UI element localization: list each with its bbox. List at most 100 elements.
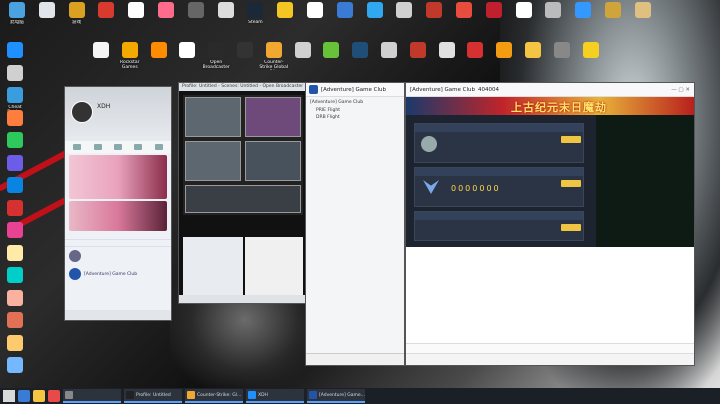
sources-panel[interactable]	[245, 237, 303, 297]
browser-icon[interactable]	[18, 390, 30, 402]
app-icon	[65, 391, 73, 399]
desktop-icon-label	[360, 20, 390, 30]
taskbar-app[interactable]: Counter-Strike: Gl...	[185, 389, 243, 403]
desktop-icon[interactable]	[144, 42, 174, 70]
chat-input[interactable]	[406, 343, 694, 353]
desktop-icon[interactable]	[374, 42, 404, 70]
start-button[interactable]	[3, 390, 15, 402]
desktop-icon[interactable]: Rockstar Games	[115, 42, 145, 70]
desktop-icon[interactable]	[598, 2, 628, 30]
desktop-icon[interactable]	[121, 2, 151, 30]
desktop-icon[interactable]	[489, 42, 519, 70]
desktop-icon[interactable]	[151, 2, 181, 30]
desktop-icon[interactable]: Open Broadcaster	[201, 42, 231, 70]
desktop-icon[interactable]: 游戏	[62, 2, 92, 30]
desktop-icon[interactable]	[432, 42, 462, 70]
desktop-icon-label	[449, 20, 479, 30]
app-icon	[128, 2, 145, 18]
app-icon	[294, 42, 311, 58]
app-icon	[553, 42, 570, 58]
desktop-icon[interactable]	[172, 42, 202, 70]
club-toolbar[interactable]	[306, 353, 404, 365]
action-button[interactable]	[561, 136, 581, 143]
desktop-icon[interactable]	[628, 2, 658, 30]
chat-toolbar[interactable]	[406, 353, 694, 365]
list-item[interactable]	[65, 240, 171, 247]
desktop-icon[interactable]	[211, 2, 241, 30]
desktop-icon[interactable]	[538, 2, 568, 30]
app-icon	[247, 2, 264, 18]
qq-banner[interactable]	[69, 155, 167, 199]
desktop-icon[interactable]	[509, 2, 539, 30]
avatar[interactable]	[71, 101, 93, 123]
taskbar-app-label: [Adventure] Game...	[319, 392, 365, 398]
desktop-icon-label	[509, 20, 539, 30]
desktop-icon[interactable]	[449, 2, 479, 30]
desktop-icon[interactable]	[419, 2, 449, 30]
channel-item[interactable]: PRIE Flight	[308, 107, 402, 115]
desktop-icon[interactable]	[518, 42, 548, 70]
contact-row[interactable]: [Adventure] Game Club	[65, 265, 171, 283]
desktop-icon-label	[211, 20, 241, 30]
obs-window[interactable]: Profile: Untitled - Scenes: Untitled - O…	[178, 82, 306, 304]
desktop-icon[interactable]	[32, 2, 62, 30]
desktop-icon[interactable]	[91, 2, 121, 30]
taskbar-app[interactable]: XDH	[246, 389, 304, 403]
tab-icon[interactable]	[93, 144, 102, 150]
desktop-icon-label	[91, 20, 121, 30]
desktop-icon-label	[288, 60, 318, 70]
window-controls[interactable]: — ▢ ✕	[671, 87, 690, 93]
qq-window[interactable]: XDH [Adventure] Game Club	[64, 86, 172, 321]
chat-window[interactable]: [Adventure] Game Club 404004 — ▢ ✕ 上古纪元末…	[405, 82, 695, 366]
window-title: Profile: Untitled - Scenes: Untitled - O…	[179, 83, 305, 91]
desktop-icon[interactable]	[288, 42, 318, 70]
desktop-icon[interactable]	[270, 2, 300, 30]
desktop-icon[interactable]: Counter-Strike Global Of...	[259, 42, 289, 70]
tab-icon[interactable]	[113, 144, 122, 150]
promo-banner[interactable]: 上古纪元末日魔劫	[406, 97, 694, 115]
chat-title: [Adventure] Game Club	[410, 86, 475, 93]
desktop-icon-label	[316, 60, 346, 70]
desktop-icon[interactable]	[300, 2, 330, 30]
desktop-icon[interactable]	[568, 2, 598, 30]
action-button[interactable]	[561, 224, 581, 231]
scenes-panel[interactable]	[183, 237, 243, 297]
desktop-icon[interactable]	[403, 42, 433, 70]
desktop-icon-label: 游戏	[72, 20, 82, 25]
desktop-icon[interactable]	[316, 42, 346, 70]
desktop-icon-label: Counter-Strike Global Of...	[259, 60, 289, 70]
desktop-icon[interactable]	[330, 2, 360, 30]
taskbar-app-label: Counter-Strike: Gl...	[197, 392, 242, 398]
desktop-icon[interactable]	[360, 2, 390, 30]
channel-item[interactable]: [Adventure] Game Club	[308, 99, 402, 107]
list-item[interactable]	[65, 233, 171, 240]
club-window[interactable]: [Adventure] Game Club [Adventure] Game C…	[305, 82, 405, 366]
taskbar-app[interactable]: [Adventure] Game...	[307, 389, 365, 403]
channel-tree[interactable]: [Adventure] Game Club PRIE Flight DRB Flig…	[306, 97, 404, 124]
desktop-icon[interactable]	[389, 2, 419, 30]
desktop-icon[interactable]	[0, 357, 30, 385]
desktop-icon[interactable]	[86, 42, 116, 70]
desktop-icon[interactable]	[181, 2, 211, 30]
tab-icon[interactable]	[73, 144, 82, 150]
desktop-icon[interactable]: 此电脑	[2, 2, 32, 30]
tab-icon[interactable]	[134, 144, 143, 150]
action-button[interactable]	[561, 180, 581, 187]
desktop-icon[interactable]	[460, 42, 490, 70]
desktop-icon[interactable]	[547, 42, 577, 70]
app-icon	[7, 267, 23, 283]
desktop-icon[interactable]	[479, 2, 509, 30]
contact-row[interactable]	[65, 247, 171, 265]
app-icon[interactable]	[48, 390, 60, 402]
qq-banner[interactable]	[69, 201, 167, 231]
channel-item[interactable]: DRB Flight	[308, 114, 402, 122]
taskbar-app[interactable]	[63, 389, 121, 403]
desktop-icon[interactable]	[345, 42, 375, 70]
desktop-icon[interactable]: Steam	[240, 2, 270, 30]
folder-icon[interactable]	[33, 390, 45, 402]
taskbar-app[interactable]: Profile: Untitled	[124, 389, 182, 403]
tab-icon[interactable]	[154, 144, 163, 150]
desktop-icon[interactable]	[230, 42, 260, 70]
desktop-icon[interactable]	[576, 42, 606, 70]
club-title: [Adventure] Game Club	[321, 86, 386, 93]
